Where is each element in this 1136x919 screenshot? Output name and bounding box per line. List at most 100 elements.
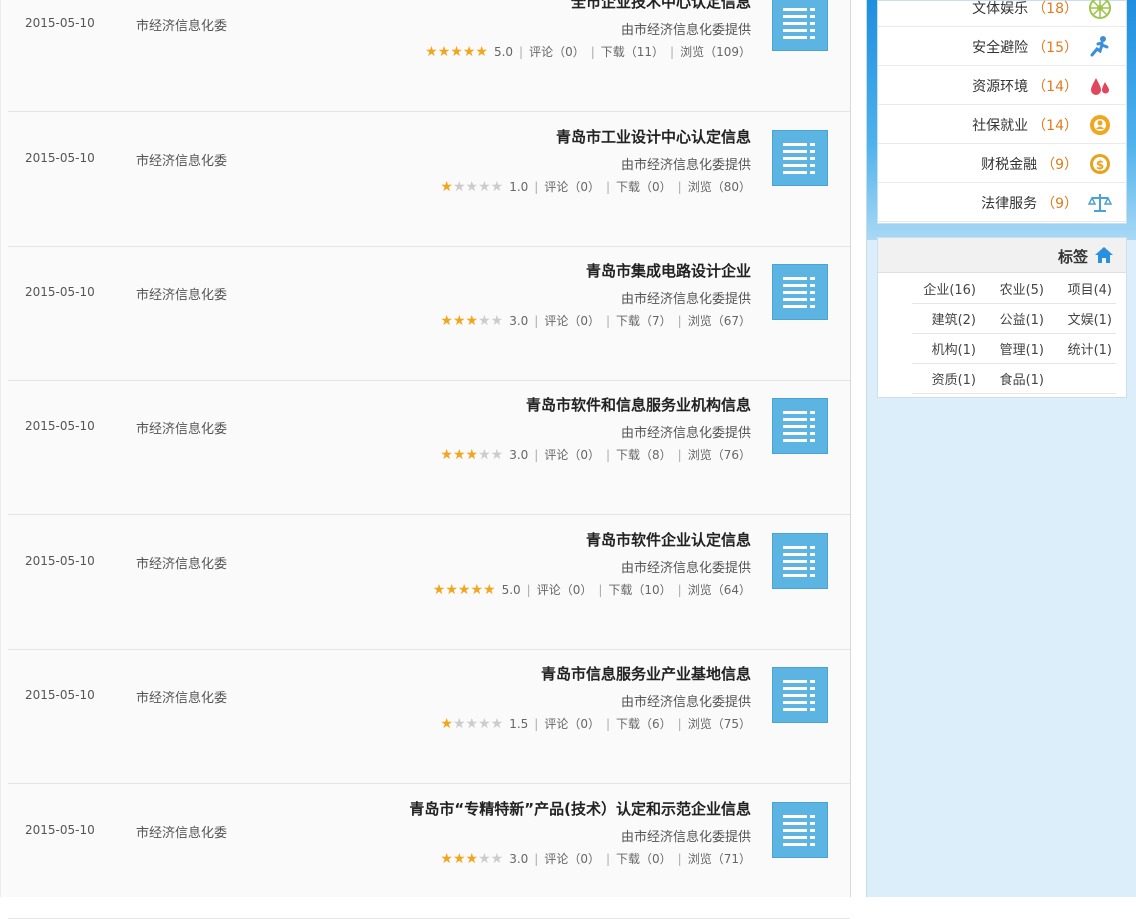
tag-link[interactable]: 统计(1): [1068, 339, 1112, 358]
tag-link[interactable]: 管理(1): [1000, 339, 1044, 358]
tag-link[interactable]: 企业(16): [923, 279, 976, 298]
tag-link[interactable]: 公益(1): [1000, 309, 1044, 328]
views-link[interactable]: 浏览（64）: [688, 581, 751, 598]
views-link[interactable]: 浏览（75）: [688, 715, 751, 732]
document-list-icon[interactable]: [772, 264, 828, 320]
meta-divider: |: [677, 313, 682, 328]
rating-star-icon: ★: [465, 850, 479, 867]
list-item: 青岛市集成电路设计企业 由市经济信息化委提供 ★ ★ ★ ★ ★ 3.0 | 评论（0） | 下载（7…: [8, 247, 850, 381]
rating-star-icon: ★: [440, 446, 453, 463]
rating-value: 3.0: [509, 851, 529, 866]
views-link[interactable]: 浏览（80）: [688, 178, 751, 195]
tag-link[interactable]: 机构(1): [932, 339, 976, 358]
category-item[interactable]: 安全避险 （15）: [878, 27, 1126, 66]
tag-link[interactable]: 建筑(2): [932, 309, 976, 328]
dataset-date: 2015-05-10: [25, 688, 95, 702]
dataset-provider: 由市经济信息化委提供: [620, 23, 751, 38]
rating-star-icon: ★: [478, 850, 491, 867]
comments-link[interactable]: 评论（0）: [544, 715, 600, 732]
rating-stars: ★ ★ ★ ★ ★: [440, 448, 503, 462]
rating-star-icon: ★: [478, 715, 491, 732]
meta-divider: |: [605, 716, 611, 731]
document-list-icon[interactable]: [772, 802, 828, 858]
downloads-link[interactable]: 下载（6）: [616, 715, 672, 732]
gear-person-icon: [1088, 113, 1112, 137]
comments-link[interactable]: 评论（0）: [544, 178, 600, 195]
category-list: 文体娱乐 （18） 安全避险 （15） 资源环境 （14） 社保就业 （14） $ 财税金融 （9）…: [877, 0, 1127, 224]
document-list-icon[interactable]: [772, 0, 828, 51]
category-item[interactable]: 文体娱乐 （18）: [878, 0, 1126, 27]
list-item: 全市企业技术中心认定信息由市经济信息化委提供 ★ ★ ★ ★ ★ 5.0 | 评论（0） | 下载（…: [8, 0, 850, 112]
meta-divider: |: [605, 179, 611, 194]
tag-panel-title: 标签: [1057, 248, 1088, 266]
dataset-source: 市经济信息化委: [136, 422, 228, 437]
comments-link[interactable]: 评论（0）: [544, 446, 600, 463]
views-link[interactable]: 浏览（76）: [688, 446, 751, 463]
category-label: 安全避险 （15）: [972, 37, 1078, 57]
list-item: 青岛市工业设计中心认定信息 由市经济信息化委提供 ★ ★ ★ ★ ★ 1.0 | 评论（0） | 下载…: [8, 113, 850, 247]
tag-link[interactable]: 资质(1): [932, 369, 976, 388]
comments-link[interactable]: 评论（0）: [544, 850, 600, 867]
document-list-icon[interactable]: [772, 130, 828, 186]
dataset-title-link[interactable]: 青岛市软件企业认定信息: [586, 529, 751, 550]
rating-star-icon: ★: [465, 715, 479, 732]
dataset-title-link[interactable]: 全市企业技术中心认定信息: [571, 0, 751, 12]
comments-link[interactable]: 评论（0）: [537, 581, 593, 598]
rating-star-icon: ★: [490, 850, 504, 867]
views-link[interactable]: 浏览（109）: [680, 43, 751, 60]
tag-link[interactable]: 农业(5): [1000, 279, 1044, 298]
tag-panel: 标签 企业(16) 农业(5) 项目(4) 建筑(2) 公益(1) 文娱(1) 机构(1) 管…: [877, 237, 1127, 398]
rating-star-icon: ★: [490, 715, 504, 732]
rating-value: 5.0: [501, 582, 521, 597]
dataset-meta: ★ ★ ★ ★ ★ 5.0 | 评论（0） | 下载（10） | 浏览（64）: [433, 581, 751, 598]
downloads-link[interactable]: 下载（8）: [616, 446, 672, 463]
list-item: 青岛市软件企业认定信息 由市经济信息化委提供 ★ ★ ★ ★ ★ 5.0 | 评论（0） | 下载（1…: [8, 516, 850, 650]
category-count: （14）: [1032, 79, 1078, 95]
rating-star-icon: ★: [452, 446, 466, 463]
rating-value: 1.5: [509, 716, 529, 731]
tag-link[interactable]: 食品(1): [1000, 369, 1044, 388]
category-label: 资源环境 （14）: [972, 76, 1078, 96]
tag-row-divider: [912, 363, 1116, 364]
category-label: 文体娱乐 （18）: [972, 0, 1078, 18]
dataset-meta: ★ ★ ★ ★ ★ 5.0 | 评论（0） | 下载（11） | 浏览（109）: [425, 43, 751, 60]
tag-link[interactable]: 文娱(1): [1068, 309, 1112, 328]
rating-star-icon: ★: [470, 581, 483, 598]
rating-star-icon: ★: [440, 715, 453, 732]
downloads-link[interactable]: 下载（10）: [608, 581, 671, 598]
list-item: 青岛市软件和信息服务业机构信息 由市经济信息化委提供 ★ ★ ★ ★ ★ 3.0 | 评论（0） |…: [8, 381, 850, 515]
dataset-title-link[interactable]: 青岛市“专精特新”产品(技术）认定和示范企业信息: [409, 798, 751, 819]
views-link[interactable]: 浏览（71）: [688, 850, 751, 867]
comments-link[interactable]: 评论（0）: [529, 43, 585, 60]
downloads-link[interactable]: 下载（7）: [616, 312, 672, 329]
dataset-title-link[interactable]: 青岛市集成电路设计企业: [586, 260, 751, 281]
downloads-link[interactable]: 下载（0）: [616, 178, 672, 195]
category-count: （15）: [1032, 40, 1078, 56]
category-name: 社保就业: [972, 118, 1029, 134]
views-link[interactable]: 浏览（67）: [688, 312, 751, 329]
tag-panel-header: 标签: [878, 238, 1126, 273]
comments-link[interactable]: 评论（0）: [544, 312, 600, 329]
rating-star-icon: ★: [440, 312, 453, 329]
dataset-title-link[interactable]: 青岛市信息服务业产业基地信息: [541, 663, 751, 684]
document-list-icon[interactable]: [772, 398, 828, 454]
category-item[interactable]: 资源环境 （14）: [878, 66, 1126, 105]
meta-divider: |: [534, 447, 539, 462]
downloads-link[interactable]: 下载（0）: [616, 850, 672, 867]
dataset-title-link[interactable]: 青岛市工业设计中心认定信息: [556, 126, 751, 147]
rating-star-icon: ★: [450, 43, 463, 60]
document-list-icon[interactable]: [772, 533, 828, 589]
category-item[interactable]: $ 财税金融 （9）: [878, 144, 1126, 183]
category-item[interactable]: 社保就业 （14）: [878, 105, 1126, 144]
rating-star-icon: ★: [483, 581, 496, 598]
meta-divider: |: [605, 851, 611, 866]
document-list-icon[interactable]: [772, 667, 828, 723]
dataset-source: 市经济信息化委: [136, 691, 228, 706]
dataset-meta: ★ ★ ★ ★ ★ 1.0 | 评论（0） | 下载（0） | 浏览（80）: [440, 178, 751, 195]
category-name: 文体娱乐: [972, 1, 1029, 17]
category-item[interactable]: 法律服务 （9）: [878, 183, 1126, 222]
tag-link[interactable]: 项目(4): [1068, 279, 1112, 298]
running-person-icon: [1088, 35, 1112, 59]
dataset-title-link[interactable]: 青岛市软件和信息服务业机构信息: [526, 394, 751, 415]
downloads-link[interactable]: 下载（11）: [601, 43, 664, 60]
